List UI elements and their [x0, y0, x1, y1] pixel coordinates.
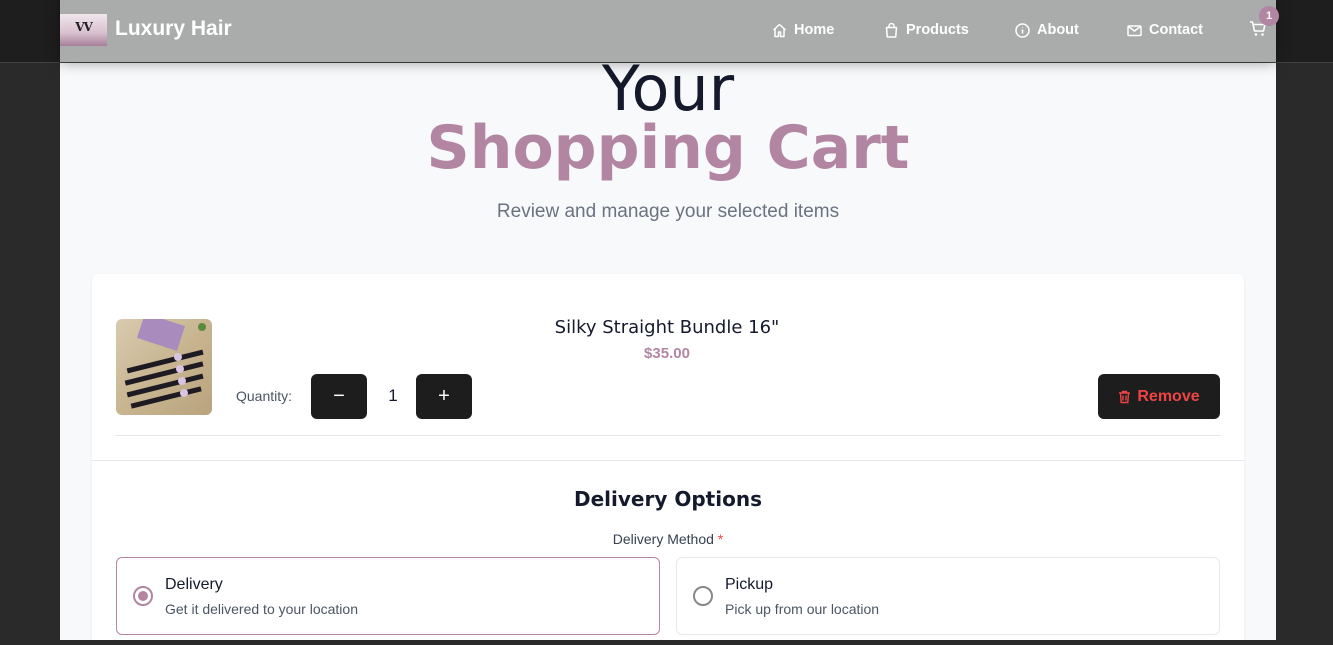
nav-contact[interactable]: Contact — [1126, 20, 1203, 40]
delivery-method-label: Delivery Method * — [92, 531, 1244, 547]
required-mark: * — [717, 531, 724, 547]
cart-card: Silky Straight Bundle 16" $35.00 Quantit… — [92, 274, 1244, 640]
nav-home[interactable]: Home — [771, 20, 834, 40]
cart-count-badge: 1 — [1259, 6, 1279, 26]
trash-icon — [1119, 390, 1131, 403]
increase-quantity-button[interactable]: + — [416, 374, 472, 419]
plus-icon: + — [438, 385, 450, 407]
home-icon — [772, 23, 787, 37]
shopping-bag-icon — [885, 22, 898, 38]
brand-logo[interactable]: VV — [60, 14, 107, 46]
delivery-option-delivery[interactable]: Delivery Get it delivered to your locati… — [116, 557, 660, 635]
page: Your Shopping Cart Review and manage you… — [60, 0, 1276, 640]
nav-products-label: Products — [906, 22, 969, 38]
logo-text: VV — [75, 20, 93, 34]
option-description: Get it delivered to your location — [165, 601, 358, 617]
nav-home-label: Home — [794, 22, 835, 38]
minus-icon: − — [333, 385, 345, 407]
nav-about[interactable]: About — [1014, 20, 1079, 40]
info-icon — [1015, 22, 1030, 38]
quantity-value: 1 — [388, 386, 398, 405]
remove-label: Remove — [1137, 387, 1200, 405]
item-divider — [116, 435, 1220, 436]
radio-delivery[interactable] — [133, 586, 153, 606]
brand-name[interactable]: Luxury Hair — [115, 17, 232, 41]
page-title-line2: Shopping Cart — [426, 113, 910, 183]
product-name: Silky Straight Bundle 16" — [554, 317, 780, 338]
product-price: $35.00 — [644, 345, 690, 362]
delivery-method-text: Delivery Method — [612, 531, 714, 547]
remove-item-button[interactable]: Remove — [1098, 374, 1220, 419]
delivery-option-pickup[interactable]: Pickup Pick up from our location — [676, 557, 1220, 635]
section-divider — [92, 460, 1244, 461]
delivery-options-title: Delivery Options — [574, 487, 762, 511]
nav-about-label: About — [1037, 22, 1079, 38]
radio-pickup[interactable] — [693, 586, 713, 606]
decrease-quantity-button[interactable]: − — [311, 374, 367, 419]
page-subtitle: Review and manage your selected items — [496, 201, 840, 222]
nav-contact-label: Contact — [1149, 22, 1203, 38]
navbar-inner: VV Luxury Hair Home Products About Conta… — [60, 0, 1279, 62]
quantity-label: Quantity: — [236, 388, 293, 404]
option-title: Delivery — [165, 576, 223, 593]
mail-icon — [1127, 24, 1142, 36]
top-navbar: VV Luxury Hair Home Products About Conta… — [0, 0, 1333, 63]
option-description: Pick up from our location — [725, 601, 880, 617]
nav-products[interactable]: Products — [883, 20, 969, 40]
option-title: Pickup — [725, 576, 774, 593]
